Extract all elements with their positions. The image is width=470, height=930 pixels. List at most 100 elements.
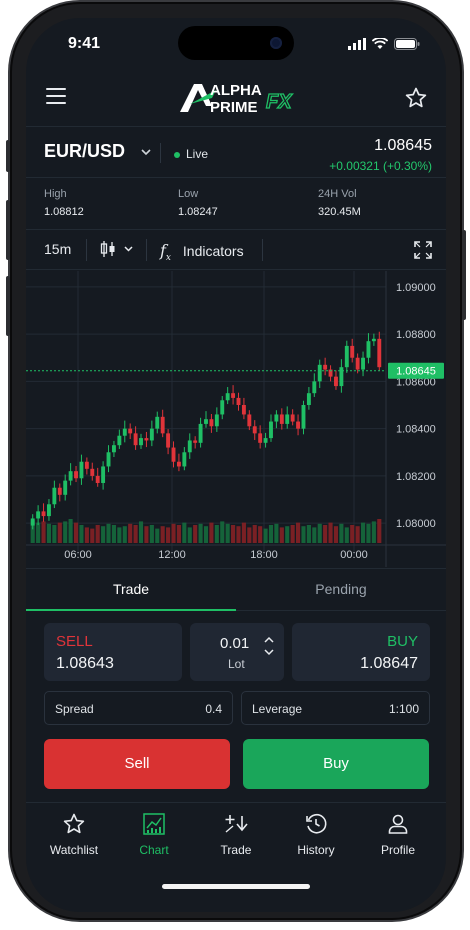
home-indicator (162, 884, 310, 889)
tab-trade[interactable]: Trade (26, 569, 236, 611)
candle-body (95, 475, 100, 483)
volume-bar (344, 527, 349, 543)
volume-down-button (6, 276, 10, 336)
candle-body (334, 376, 338, 387)
buy-price: 1.08647 (360, 655, 418, 672)
spread-label: Spread (55, 702, 94, 716)
hamburger-menu-icon[interactable] (46, 88, 66, 104)
nav-watchlist[interactable]: Watchlist (34, 811, 114, 857)
candle-body (63, 480, 68, 495)
candle-body (84, 461, 89, 469)
lot-value: 0.01 (220, 635, 250, 652)
nav-history[interactable]: History (276, 811, 356, 857)
candle-body (68, 471, 73, 481)
candle-body (220, 400, 225, 415)
volume-bar (122, 526, 127, 543)
volume-bar (263, 528, 268, 543)
chart-grid (26, 271, 446, 567)
volume-bar (111, 525, 116, 543)
indicators-button[interactable]: fx Indicators (160, 241, 244, 263)
candlestick-icon (100, 241, 133, 257)
volume-bar (296, 522, 301, 543)
buy-button[interactable]: Buy (243, 739, 429, 789)
candle-body (366, 341, 371, 358)
sell-quote[interactable]: SELL 1.08643 (44, 623, 182, 681)
candle-body (339, 367, 344, 387)
volume-bar (160, 526, 165, 543)
nav-trade[interactable]: Trade (196, 811, 276, 857)
fullscreen-icon[interactable] (414, 241, 432, 259)
tab-pending[interactable]: Pending (236, 569, 446, 611)
y-tick-label: 1.09000 (396, 282, 436, 294)
divider (262, 239, 263, 261)
volume-bar (214, 525, 219, 543)
volume-bar (247, 527, 252, 543)
candle-body (290, 414, 295, 422)
lot-label: Lot (228, 657, 245, 671)
candle-body (133, 433, 138, 446)
buy-quote[interactable]: BUY 1.08647 (292, 623, 430, 681)
volume-bar (166, 527, 171, 543)
candle-body (155, 416, 160, 429)
divider (86, 239, 87, 261)
volume-bar (350, 525, 355, 543)
chart-icon (143, 813, 165, 835)
volume-bar (328, 522, 333, 543)
app-screen: 9:41 ALPHA PRIME FX EUR/USD Live 1.08645… (26, 18, 446, 912)
battery-icon (394, 38, 420, 50)
interval-selector[interactable]: 15m (44, 241, 71, 257)
chart-type-selector[interactable] (100, 240, 136, 261)
volume-bar (290, 525, 295, 543)
leverage-label: Leverage (252, 702, 303, 716)
live-label: Live (186, 147, 209, 161)
candle-body (204, 419, 208, 424)
nav-profile[interactable]: Profile (358, 811, 438, 857)
candle-body (101, 466, 106, 483)
candle-body (117, 435, 122, 446)
candle-body (106, 452, 111, 467)
candle-body (312, 381, 317, 394)
candles (30, 331, 382, 530)
volume-bar (317, 523, 322, 543)
volume-bar (312, 527, 317, 543)
candle-body (371, 338, 376, 342)
wifi-icon (372, 38, 388, 49)
stat-value: 320.45M (318, 206, 361, 218)
candle-body (323, 364, 328, 370)
volume-bar (371, 521, 376, 543)
history-icon (306, 813, 327, 834)
divider (160, 143, 161, 163)
stepper-arrows-icon[interactable] (264, 635, 274, 657)
y-tick-label: 1.08400 (396, 424, 436, 436)
leverage-field[interactable]: Leverage 1:100 (241, 691, 430, 725)
stat-volume: 24H Vol 320.45M (318, 188, 361, 218)
nav-chart[interactable]: Chart (114, 811, 194, 857)
volume-bar (101, 526, 106, 543)
logo-word-prime: PRIME (210, 99, 258, 116)
candle-body (182, 452, 187, 467)
x-tick-label: 18:00 (250, 549, 278, 561)
volume-bar (138, 521, 144, 543)
trade-params: Spread 0.4 Leverage 1:100 (44, 691, 430, 725)
candle-body (149, 428, 154, 441)
volume-bar (128, 523, 133, 543)
volume-bar (236, 526, 241, 543)
volume-bar (268, 525, 274, 543)
candle-body (361, 357, 365, 370)
star-icon[interactable] (404, 86, 428, 110)
lot-stepper[interactable]: 0.01 Lot (190, 623, 284, 681)
divider (146, 239, 147, 261)
sell-button[interactable]: Sell (44, 739, 230, 789)
logo-word-alpha: ALPHA (210, 82, 262, 99)
candle-body (377, 338, 382, 368)
sell-price: 1.08643 (56, 655, 114, 672)
volume-bar (182, 522, 187, 543)
candle-body (209, 419, 214, 427)
volume-bar (252, 525, 257, 543)
pair-selector[interactable]: EUR/USD (44, 141, 152, 162)
price-chart[interactable]: 1.090001.088001.086001.084001.082001.080… (26, 271, 446, 567)
profile-icon (388, 814, 408, 834)
volume-bar (63, 521, 68, 543)
candle-body (36, 511, 41, 519)
volume-bar (176, 525, 181, 543)
